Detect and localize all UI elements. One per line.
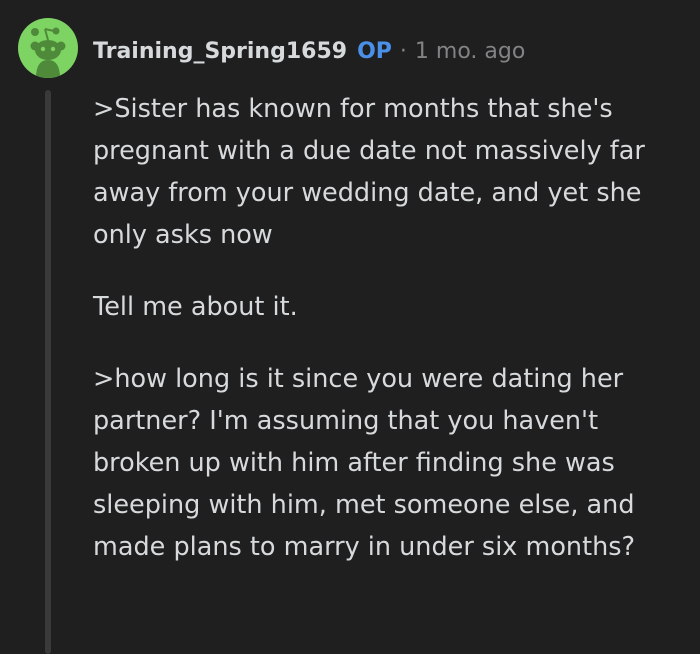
- reddit-snoo-icon: [30, 27, 66, 78]
- comment-header: Training_Spring1659 OP · 1 mo. ago: [93, 34, 525, 68]
- timestamp[interactable]: 1 mo. ago: [415, 39, 525, 64]
- avatar[interactable]: [18, 18, 78, 78]
- separator-dot: ·: [399, 38, 407, 64]
- thread-line[interactable]: [45, 90, 51, 654]
- comment-paragraph: Tell me about it.: [93, 292, 298, 322]
- comment-body: >Sister has known for months that she's …: [93, 88, 683, 598]
- username[interactable]: Training_Spring1659: [93, 39, 347, 64]
- comment-paragraph: >Sister has known for months that she's …: [93, 94, 645, 250]
- comment-paragraph: >how long is it since you were dating he…: [93, 364, 636, 562]
- comment: Training_Spring1659 OP · 1 mo. ago >Sist…: [0, 0, 700, 654]
- op-badge: OP: [357, 38, 392, 64]
